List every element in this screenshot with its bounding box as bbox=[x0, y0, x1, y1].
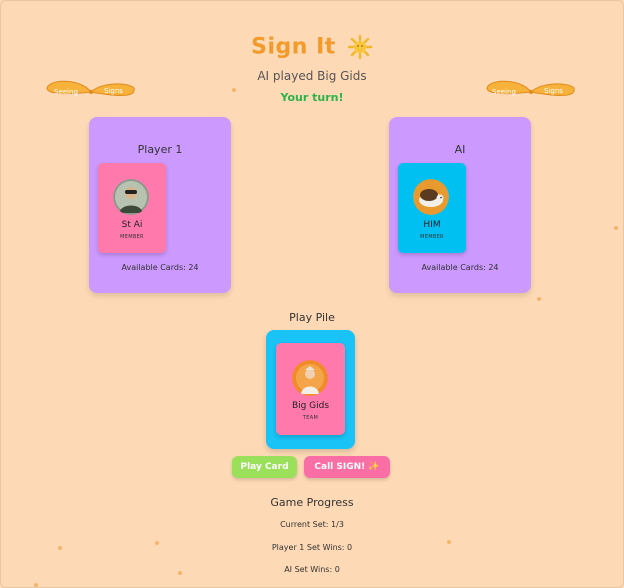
avatar bbox=[292, 360, 328, 396]
seeing-signs-logo-left: Seeing Signs bbox=[46, 80, 135, 96]
decor-dot bbox=[537, 297, 541, 301]
card-role: TEAM bbox=[302, 415, 319, 421]
ai-card: HIM MEMBER bbox=[398, 163, 466, 253]
player1-set-wins: Player 1 Set Wins: 0 bbox=[271, 543, 353, 552]
call-sign-button[interactable]: Call SIGN! ✨ bbox=[304, 456, 390, 478]
avatar bbox=[413, 179, 449, 215]
card-name: HIM bbox=[423, 220, 441, 230]
sun-icon bbox=[347, 34, 373, 64]
ai-label: AI bbox=[454, 143, 466, 156]
play-pile: Big Gids TEAM bbox=[266, 330, 355, 449]
game-title: Sign It bbox=[251, 34, 336, 60]
play-card-button[interactable]: Play Card bbox=[232, 456, 297, 478]
decor-dot bbox=[34, 583, 38, 587]
card-role: MEMBER bbox=[420, 234, 444, 240]
decor-dot bbox=[614, 226, 618, 230]
logo-right-text-2: Signs bbox=[544, 87, 563, 95]
play-pile-card: Big Gids TEAM bbox=[276, 343, 345, 435]
ai-panel: AI HIM MEMBER Available Cards: 24 bbox=[389, 117, 531, 293]
seeing-signs-logo-right: Seeing Signs bbox=[486, 80, 575, 96]
ai-available-cards: Available Cards: 24 bbox=[421, 263, 499, 272]
ai-set-wins: AI Set Wins: 0 bbox=[284, 565, 340, 574]
card-name: St Ai bbox=[121, 220, 143, 230]
current-set-text: Current Set: 1/3 bbox=[280, 520, 344, 529]
logo-left-text-1: Seeing bbox=[54, 88, 78, 96]
player1-label: Player 1 bbox=[137, 143, 183, 156]
play-pile-label: Play Pile bbox=[289, 311, 335, 324]
logo-left-text-2: Signs bbox=[104, 87, 123, 95]
game-progress-title: Game Progress bbox=[270, 496, 354, 509]
player1-card[interactable]: St Ai MEMBER bbox=[98, 163, 166, 253]
player1-panel: Player 1 St Ai MEMBER Available Cards: 2… bbox=[89, 117, 231, 293]
title-row: Sign It bbox=[0, 34, 624, 64]
card-role: MEMBER bbox=[120, 234, 144, 240]
card-name: Big Gids bbox=[291, 401, 330, 411]
avatar bbox=[113, 179, 149, 215]
player1-available-cards: Available Cards: 24 bbox=[121, 263, 199, 272]
logo-right-text-1: Seeing bbox=[492, 88, 516, 96]
